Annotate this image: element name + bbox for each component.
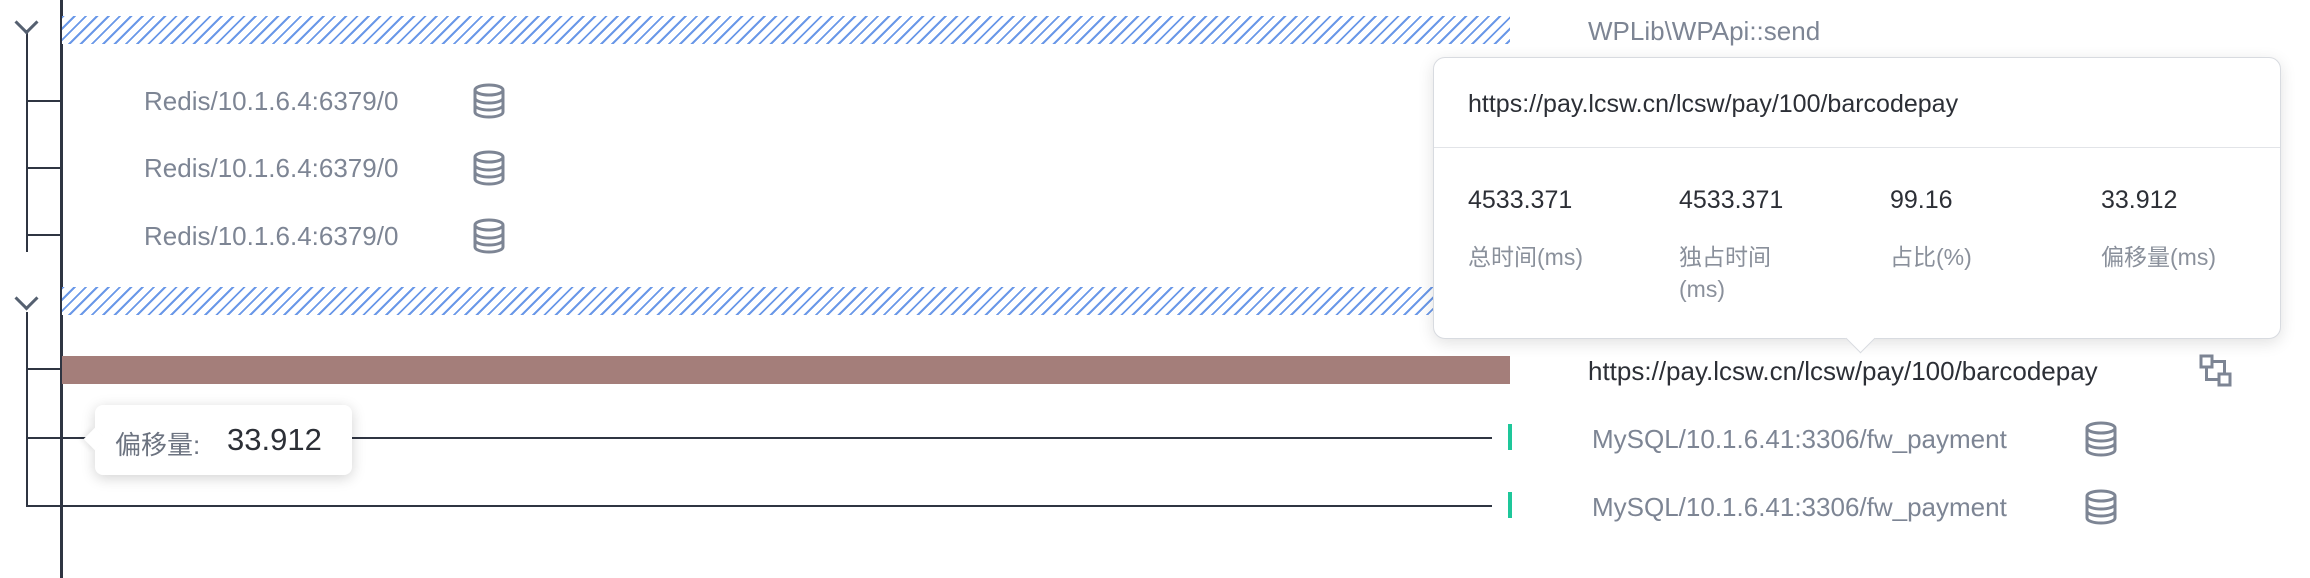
span-bar-mysql[interactable] (1508, 424, 1512, 450)
span-bar-group-2[interactable] (62, 287, 1510, 315)
offset-label: 偏移量(ms) (2101, 244, 2216, 270)
ratio-value: 99.16 (1890, 186, 1953, 214)
span-name-mysql[interactable]: MySQL/10.1.6.41:3306/fw_payment (1592, 492, 2007, 523)
tree-branch (26, 234, 62, 236)
tree-line-group-1 (26, 30, 28, 252)
database-icon (2085, 489, 2117, 525)
tree-line-group-2 (26, 312, 28, 506)
tooltip-url: https://pay.lcsw.cn/lcsw/pay/100/barcode… (1468, 90, 1959, 118)
offset-value: 33.912 (2101, 186, 2178, 214)
offset-label: 偏移量: (115, 430, 201, 460)
chevron-down-icon[interactable] (14, 286, 39, 311)
tooltip-arrow (83, 427, 107, 451)
span-name-wplib[interactable]: WPLib\WPApi::send (1588, 16, 1820, 47)
topology-icon[interactable] (2199, 354, 2233, 388)
tree-branch (26, 167, 62, 169)
span-bar-wplib[interactable] (62, 16, 1510, 44)
span-name-redis[interactable]: Redis/10.1.6.4:6379/0 (144, 221, 398, 252)
tooltip-divider (1434, 147, 2280, 148)
span-bar-mysql[interactable] (1508, 492, 1512, 518)
chevron-down-icon[interactable] (14, 10, 39, 35)
span-detail-tooltip: https://pay.lcsw.cn/lcsw/pay/100/barcode… (1433, 57, 2281, 354)
database-icon (473, 83, 505, 119)
span-name-barcodepay[interactable]: https://pay.lcsw.cn/lcsw/pay/100/barcode… (1588, 356, 2098, 387)
tree-branch (26, 100, 62, 102)
database-icon (2085, 421, 2117, 457)
total-time-label: 总时间(ms) (1468, 244, 1583, 270)
offset-tooltip: 偏移量: 33.912 (83, 405, 352, 475)
tree-branch (26, 505, 1492, 507)
tree-branch (26, 368, 62, 370)
tooltip-arrow (1845, 323, 1876, 354)
span-name-mysql[interactable]: MySQL/10.1.6.41:3306/fw_payment (1592, 424, 2007, 455)
span-bar-barcodepay[interactable] (62, 356, 1510, 384)
ratio-label: 占比(%) (1890, 244, 1972, 270)
total-time-value: 4533.371 (1468, 186, 1573, 214)
self-time-value: 4533.371 (1679, 186, 1784, 214)
database-icon (473, 218, 505, 254)
self-time-label: 独占时间(ms) (1679, 244, 1771, 302)
offset-value: 33.912 (227, 422, 322, 457)
span-name-redis[interactable]: Redis/10.1.6.4:6379/0 (144, 86, 398, 117)
span-name-redis[interactable]: Redis/10.1.6.4:6379/0 (144, 153, 398, 184)
database-icon (473, 150, 505, 186)
